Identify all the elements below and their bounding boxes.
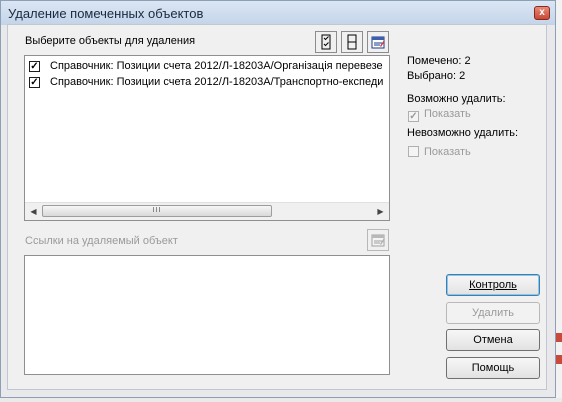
control-button-label: Контроль (469, 279, 517, 291)
title-bar[interactable]: Удаление помеченных объектов x (1, 1, 555, 25)
delete-button[interactable]: Удалить (446, 302, 540, 324)
checkbox-icon: ✓ (408, 111, 419, 122)
background-app-strip (0, 398, 562, 402)
item-label: Справочник: Позиции счета 2012/Л-18203А/… (50, 76, 384, 88)
select-objects-label: Выберите объекты для удаления (25, 35, 196, 47)
help-button-label: Помощь (471, 362, 515, 374)
check-all-icon (321, 34, 331, 50)
form-edit-icon (371, 234, 385, 247)
form-edit-icon (371, 36, 385, 49)
scroll-left-icon[interactable]: ◀ (25, 203, 42, 220)
objects-list[interactable]: ✓ Справочник: Позиции счета 2012/Л-18203… (24, 55, 390, 221)
references-list[interactable] (24, 255, 390, 375)
cannot-delete-label: Невозможно удалить: (407, 127, 519, 139)
cannot-delete-show-checkbox[interactable]: Показать (408, 146, 471, 158)
marked-count: Помечено: 2 (407, 55, 471, 67)
cancel-button[interactable]: Отмена (446, 329, 540, 351)
selected-count: Выбрано: 2 (407, 70, 466, 82)
scroll-thumb[interactable]: III (42, 205, 272, 217)
can-delete-label: Возможно удалить: (407, 93, 506, 105)
control-button[interactable]: Контроль (446, 274, 540, 296)
window-title: Удаление помеченных объектов (8, 6, 204, 21)
list-item[interactable]: ✓ Справочник: Позиции счета 2012/Л-18203… (25, 75, 389, 91)
close-icon: x (539, 7, 545, 18)
list-item[interactable]: ✓ Справочник: Позиции счета 2012/Л-18203… (25, 59, 389, 75)
horizontal-scrollbar[interactable]: ◀ III ▶ (25, 202, 389, 220)
open-object-button[interactable] (367, 31, 389, 53)
can-delete-show-label: Показать (424, 108, 471, 120)
uncheck-all-icon (347, 34, 357, 50)
check-all-button[interactable] (315, 31, 337, 53)
cancel-button-label: Отмена (473, 334, 513, 346)
background-app-marker (556, 333, 562, 342)
scroll-grip-icon: III (152, 207, 162, 214)
item-checkbox[interactable]: ✓ (29, 61, 40, 72)
help-button[interactable]: Помощь (446, 357, 540, 379)
item-checkbox[interactable]: ✓ (29, 77, 40, 88)
close-button[interactable]: x (534, 6, 550, 20)
checkbox-icon (408, 146, 419, 157)
delete-button-label: Удалить (472, 307, 514, 319)
uncheck-all-button[interactable] (341, 31, 363, 53)
background-app-marker (556, 355, 562, 364)
can-delete-show-checkbox[interactable]: ✓ Показать (408, 108, 471, 122)
cannot-delete-show-label: Показать (424, 146, 471, 158)
scroll-right-icon[interactable]: ▶ (372, 203, 389, 220)
references-label: Ссылки на удаляемый объект (25, 235, 178, 247)
open-reference-button[interactable] (367, 229, 389, 251)
item-label: Справочник: Позиции счета 2012/Л-18203А/… (50, 60, 383, 72)
